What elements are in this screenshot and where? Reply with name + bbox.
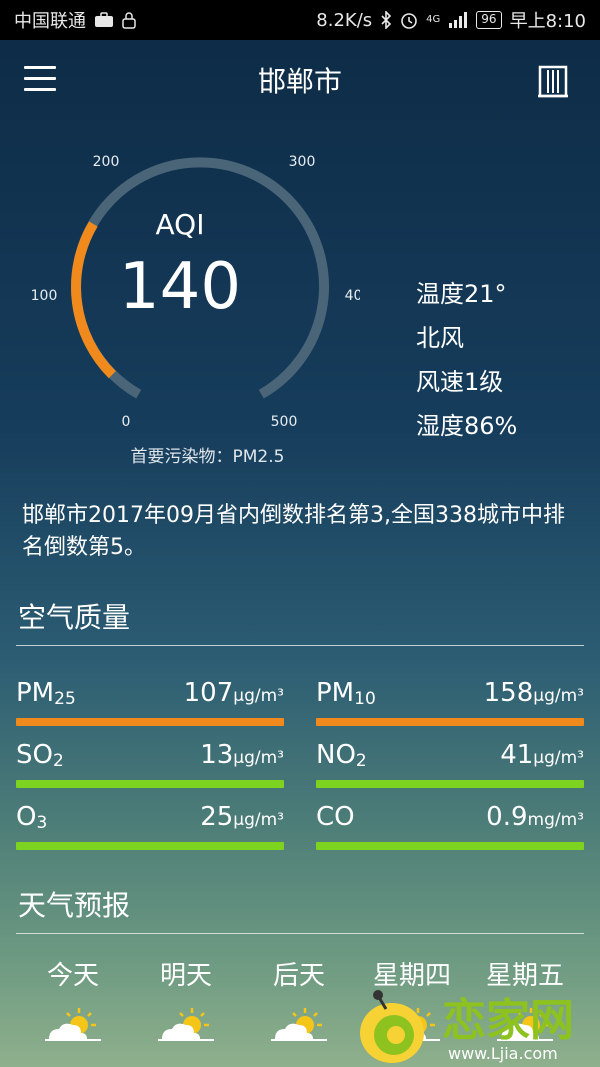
app-header: 邯郸市 — [0, 48, 600, 112]
partly-cloudy-icon — [156, 1006, 216, 1041]
watermark-url: www.Ljia.com — [448, 1044, 558, 1063]
wind-speed: 风速1级 — [416, 368, 504, 396]
signal-icon — [449, 12, 468, 28]
site-watermark-logo: 恋家网 www.Ljia.com — [360, 990, 574, 1063]
clock-time: 早上8:10 — [509, 11, 586, 32]
primary-pollutant: 首要污染物：PM2.5 — [130, 447, 285, 467]
carrier-label: 中国联通 — [14, 11, 86, 32]
forecast-title: 天气预报 — [18, 889, 131, 922]
partly-cloudy-icon — [269, 1006, 329, 1041]
gauge-tick-label: 500 — [271, 414, 298, 430]
temperature: 温度21° — [416, 280, 507, 308]
pollutant-o3[interactable]: O3 25μg/m³ — [16, 794, 284, 856]
pollutant-pm25[interactable]: PM25 107μg/m³ — [16, 670, 284, 732]
humidity: 湿度86% — [416, 412, 518, 440]
pollutant-co[interactable]: CO 0.9mg/m³ — [316, 794, 584, 856]
alarm-icon — [401, 13, 417, 29]
forecast-day[interactable]: 今天 — [18, 955, 128, 1041]
pollutant-so2[interactable]: SO2 13μg/m³ — [16, 732, 284, 794]
network-speed: 8.2K/s — [316, 9, 373, 31]
aqi-value: 140 — [118, 250, 242, 324]
forecast-day[interactable]: 后天 — [244, 955, 354, 1041]
partly-cloudy-icon — [43, 1006, 103, 1041]
status-bar: 中国联通 8.2K/s 4G 96 早上8:10 — [0, 0, 600, 40]
bluetooth-icon — [381, 11, 392, 29]
pollutant-bar — [316, 718, 584, 726]
aqi-label: AQI — [155, 208, 205, 241]
lock-icon — [122, 12, 136, 29]
pollutant-bar — [16, 842, 284, 850]
pollutant-bar — [16, 718, 284, 726]
building-icon[interactable] — [536, 64, 570, 98]
gauge-tick-label: 300 — [289, 154, 316, 170]
pollutant-bar — [316, 842, 584, 850]
ranking-text: 邯郸市2017年09月省内倒数排名第3,全国338城市中排名倒数第5。 — [22, 503, 565, 560]
air-quality-title: 空气质量 — [18, 601, 131, 634]
pollutant-bar — [316, 780, 584, 788]
city-title: 邯郸市 — [257, 65, 342, 98]
battery-level: 96 — [476, 11, 502, 29]
watermark-brand: 恋家网 — [442, 995, 574, 1046]
network-type: 4G — [426, 14, 441, 25]
pollutant-no2[interactable]: NO2 41μg/m³ — [316, 732, 584, 794]
briefcase-icon — [95, 12, 113, 27]
weather-info: 温度21° 北风 风速1级 湿度86% — [416, 272, 517, 448]
divider — [16, 933, 584, 934]
wind-direction: 北风 — [416, 324, 464, 352]
pollutant-bar — [16, 780, 284, 788]
forecast-day[interactable]: 明天 — [131, 955, 241, 1041]
pollutant-pm10[interactable]: PM10 158μg/m³ — [316, 670, 584, 732]
menu-icon[interactable] — [24, 66, 56, 92]
gauge-tick-label: 200 — [93, 154, 120, 170]
divider — [16, 645, 584, 646]
gauge-tick-label: 0 — [122, 414, 131, 430]
